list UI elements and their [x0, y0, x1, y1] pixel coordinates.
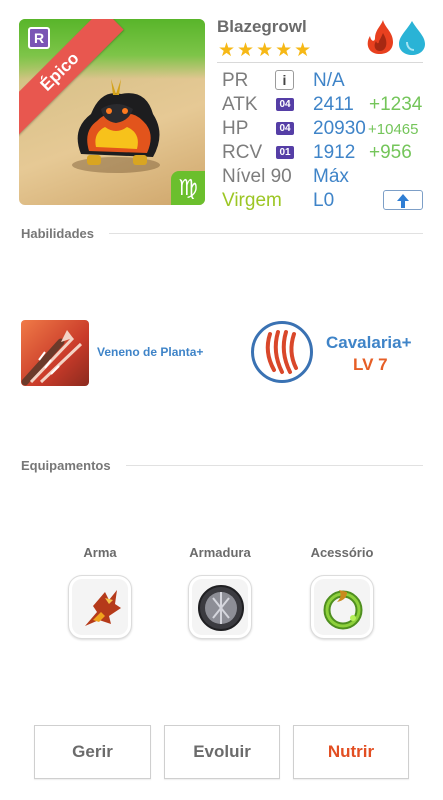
stat-level-label: Nível 90 — [222, 166, 292, 187]
monster-portrait[interactable]: Épico R ♍ — [19, 19, 205, 205]
passive-skill-level: LV 7 — [353, 355, 388, 374]
info-button[interactable]: i — [275, 70, 294, 90]
stat-atk-label: ATK — [222, 94, 258, 115]
equip-label-armor: Armadura — [189, 545, 251, 560]
rarity-letter-badge: R — [28, 27, 50, 49]
monster-name: Blazegrowl — [217, 17, 307, 36]
stat-virgem-label: Virgem — [222, 190, 282, 211]
up-arrow-icon — [397, 194, 409, 208]
stat-hp-bonus: +10465 — [368, 121, 419, 138]
armor-slot[interactable] — [188, 575, 252, 639]
active-skill-name[interactable]: Veneno de Planta+ — [97, 345, 203, 359]
stat-hp-level-badge: 04 — [276, 122, 294, 135]
armor-icon — [198, 585, 244, 631]
stat-rcv-value: 1912 — [313, 142, 356, 163]
equip-label-accessory: Acessório — [310, 545, 374, 560]
stat-rcv-bonus: +956 — [369, 142, 412, 163]
stat-pr-value: N/A — [313, 70, 345, 91]
stat-rcv-label: RCV — [222, 142, 263, 163]
element-icons — [367, 20, 425, 55]
stat-atk-bonus: +1234 — [369, 94, 423, 115]
claw-mark-icon[interactable] — [251, 321, 313, 383]
stat-atk-level-badge: 04 — [276, 98, 294, 111]
creature-image — [72, 79, 160, 173]
claw-art — [265, 330, 298, 374]
upgrade-button[interactable] — [383, 190, 423, 210]
weapon-slot[interactable] — [68, 575, 132, 639]
abilities-title: Habilidades — [21, 226, 94, 241]
passive-skill-name[interactable]: Cavalaria+ — [326, 333, 412, 353]
accessory-slot[interactable] — [310, 575, 374, 639]
header-divider — [217, 62, 423, 63]
stat-atk-value: 2411 — [313, 94, 354, 115]
stat-rcv-level-badge: 01 — [276, 146, 294, 159]
poison-plant-skill-icon[interactable] — [21, 320, 89, 386]
fire-icon — [367, 20, 393, 54]
stat-hp-label: HP — [222, 118, 249, 139]
stat-level-value: Máx — [313, 166, 349, 187]
equipment-title: Equipamentos — [21, 458, 111, 473]
star-rating: ★★★★★ — [218, 40, 314, 61]
stat-hp-value: 20930 — [313, 118, 366, 139]
stat-pr-label: PR — [222, 70, 249, 91]
abilities-divider — [109, 233, 423, 234]
equipment-divider — [126, 465, 423, 466]
manage-button[interactable]: Gerir — [34, 725, 151, 779]
equip-label-weapon: Arma — [83, 545, 117, 560]
accessory-icon — [323, 590, 363, 630]
nurture-button[interactable]: Nutrir — [293, 725, 409, 779]
skill-art — [21, 330, 83, 386]
zodiac-sign-icon: ♍ — [171, 171, 205, 205]
water-drop-icon — [399, 21, 425, 55]
weapon-icon — [85, 590, 121, 626]
evolve-button[interactable]: Evoluir — [164, 725, 280, 779]
stat-virgem-value: L0 — [313, 190, 335, 211]
